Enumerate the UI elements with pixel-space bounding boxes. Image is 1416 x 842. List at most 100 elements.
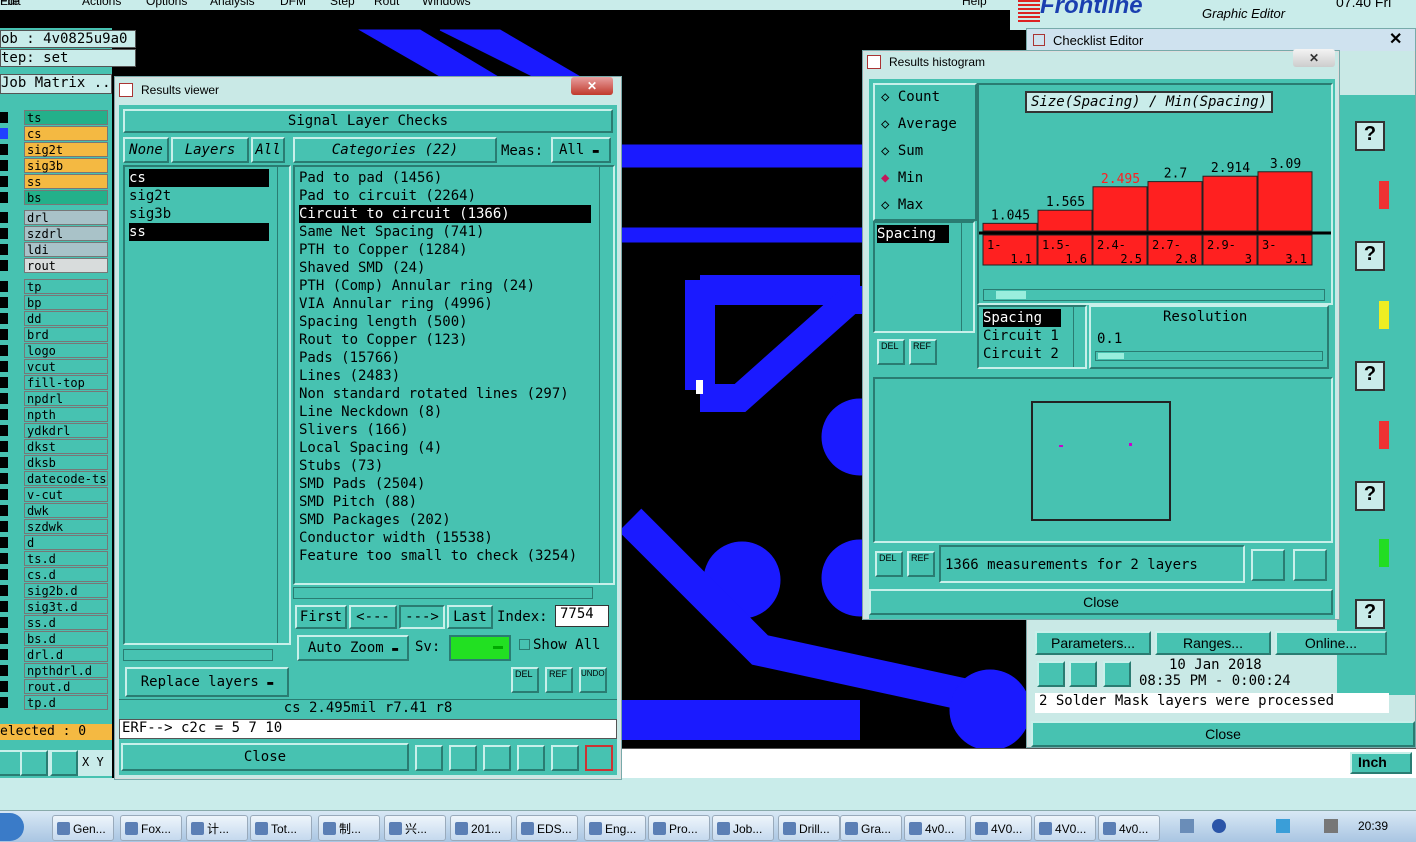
layer-checkbox[interactable] (0, 297, 8, 308)
all-button[interactable]: All (251, 137, 285, 163)
layer-row[interactable]: szdwk (0, 519, 112, 534)
layers-button[interactable]: Layers (171, 137, 249, 163)
layer-checkbox[interactable] (0, 192, 8, 203)
category-item[interactable]: Feature too small to check (3254) (299, 547, 577, 565)
zoom-tool-icon[interactable] (0, 750, 22, 776)
layer-row[interactable]: npth (0, 407, 112, 422)
layer-row[interactable]: drl.d (0, 647, 112, 662)
layer-row[interactable]: vcut (0, 359, 112, 374)
menu-options[interactable]: Options (146, 0, 187, 8)
layer-checkbox[interactable] (0, 665, 8, 676)
layer-checkbox[interactable] (0, 393, 8, 404)
auto-zoom-dropdown[interactable]: Auto Zoom ▬ (297, 635, 409, 661)
job-matrix-button[interactable]: Job Matrix .. (0, 74, 112, 94)
taskbar-item[interactable]: 4V0... (1034, 815, 1096, 841)
layer-row[interactable]: npdrl (0, 391, 112, 406)
layer-row[interactable]: dksb (0, 455, 112, 470)
category-item[interactable]: Line Neckdown (8) (299, 403, 442, 421)
col-circuit1[interactable]: Circuit 1 (983, 327, 1059, 345)
layer-checkbox[interactable] (0, 441, 8, 452)
step-icon[interactable] (517, 745, 545, 771)
highlight-icon[interactable] (415, 745, 443, 771)
layer-row[interactable]: sig3t.d (0, 599, 112, 614)
layer-item-sig2t[interactable]: sig2t (129, 187, 171, 205)
taskbar-item[interactable]: Tot... (250, 815, 312, 841)
taskbar-item[interactable]: 兴... (384, 815, 446, 841)
network-icon[interactable] (1276, 819, 1290, 833)
taskbar-item[interactable]: Drill... (778, 815, 840, 841)
categories-button[interactable]: Categories (22) (293, 137, 497, 163)
layer-row[interactable]: rout.d (0, 679, 112, 694)
layer-checkbox[interactable] (0, 345, 8, 356)
prev-button[interactable]: <--- (349, 605, 397, 629)
help-icon[interactable]: ? (1355, 481, 1385, 511)
layer-checkbox[interactable] (0, 377, 8, 388)
replace-layers-button[interactable]: Replace layers ▬ (125, 667, 289, 697)
category-item[interactable]: Non standard rotated lines (297) (299, 385, 569, 403)
layer-row[interactable]: ss (0, 174, 112, 189)
layer-checkbox[interactable] (0, 281, 8, 292)
layer-row[interactable]: szdrl (0, 226, 112, 241)
help-icon[interactable]: ? (1355, 599, 1385, 629)
layer-row[interactable]: fill-top (0, 375, 112, 390)
scroll-thumb[interactable] (996, 291, 1026, 299)
taskbar-item[interactable]: Fox... (120, 815, 182, 841)
col-circuit2[interactable]: Circuit 2 (983, 345, 1059, 363)
layer-checkbox[interactable] (0, 697, 8, 708)
viewer-close-icon[interactable]: ✕ (571, 77, 613, 95)
layer-row[interactable]: rout (0, 258, 112, 273)
online-button[interactable]: Online... (1275, 631, 1387, 655)
measure-list-scrollbar[interactable] (961, 223, 973, 331)
undo-button[interactable]: UNDO (579, 667, 607, 693)
layer-row[interactable]: ldi (0, 242, 112, 257)
histogram-bar[interactable] (1202, 175, 1258, 232)
taskbar-item[interactable]: 4v0... (1098, 815, 1160, 841)
histogram-close-button[interactable]: Close (869, 589, 1333, 615)
layer-checkbox[interactable] (0, 409, 8, 420)
last-button[interactable]: Last (447, 605, 493, 629)
layer-checkbox[interactable] (0, 144, 8, 155)
layer-row[interactable]: cs (0, 126, 112, 141)
taskbar-item[interactable]: Gra... (840, 815, 902, 841)
layer-checkbox[interactable] (0, 112, 8, 123)
layer-checkbox[interactable] (0, 617, 8, 628)
taskbar-item[interactable]: Eng... (584, 815, 646, 841)
layer-row[interactable]: ydkdrl (0, 423, 112, 438)
ref-button[interactable]: REF (545, 667, 573, 693)
menu-rout[interactable]: Rout (374, 0, 399, 8)
taskbar-item[interactable]: Gen... (52, 815, 114, 841)
layer-checkbox[interactable] (0, 228, 8, 239)
meas-dropdown[interactable]: All ▬ (551, 137, 611, 163)
layer-checkbox[interactable] (0, 585, 8, 596)
categories-scrollbar[interactable] (599, 167, 611, 583)
taskbar-item[interactable]: 制... (318, 815, 380, 841)
category-item[interactable]: Shaved SMD (24) (299, 259, 425, 277)
taskbar-item[interactable]: 201... (450, 815, 512, 841)
taskbar-item[interactable]: 4V0... (970, 815, 1032, 841)
layer-checkbox[interactable] (0, 361, 8, 372)
layer-item-ss[interactable]: ss (129, 223, 269, 241)
option-sum[interactable]: ◇ Sum (881, 143, 923, 159)
layer-row[interactable]: bs (0, 190, 112, 205)
histogram-bar[interactable] (1092, 186, 1148, 232)
layer-row[interactable]: npthdrl.d (0, 663, 112, 678)
help-tray-icon[interactable] (1212, 819, 1226, 833)
layer-checkbox[interactable] (0, 569, 8, 580)
layer-row[interactable]: ts.d (0, 551, 112, 566)
category-item[interactable]: PTH (Comp) Annular ring (24) (299, 277, 535, 295)
taskbar-item[interactable]: Pro... (648, 815, 710, 841)
import-icon[interactable] (1293, 549, 1327, 581)
measure-tool-icon[interactable] (20, 750, 48, 776)
show-all-checkbox[interactable] (519, 639, 530, 650)
layer-item-cs[interactable]: cs (129, 169, 269, 187)
layer-list-scrollbar[interactable] (277, 167, 289, 643)
layer-row[interactable]: ss.d (0, 615, 112, 630)
category-item[interactable]: Slivers (166) (299, 421, 409, 439)
menu-actions[interactable]: Actions (82, 0, 121, 8)
taskbar-item[interactable]: Job... (712, 815, 774, 841)
category-item[interactable]: SMD Pads (2504) (299, 475, 425, 493)
slider-thumb[interactable] (1098, 353, 1124, 359)
del-button[interactable]: DEL (511, 667, 539, 693)
menu-windows[interactable]: Windows (422, 0, 471, 8)
layer-checkbox[interactable] (0, 212, 8, 223)
